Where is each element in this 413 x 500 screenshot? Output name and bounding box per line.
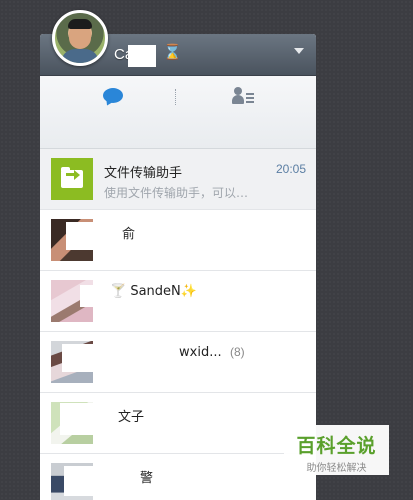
conversation-time: 20:05 xyxy=(275,162,306,176)
watermark-subtitle: 助你轻松解决 xyxy=(306,463,367,474)
conversation-list: 文件传输助手 20:05 使用文件传输助手，可以… 俞 🍸 SandeN✨ wx… xyxy=(40,149,316,500)
list-item[interactable]: 🍸 SandeN✨ xyxy=(40,271,316,332)
conversation-name: 文子 xyxy=(118,410,145,425)
redaction xyxy=(62,344,174,372)
redaction xyxy=(80,285,110,307)
avatar[interactable] xyxy=(52,10,108,66)
redaction xyxy=(128,45,156,67)
conversation-name: 🍸 SandeN✨ xyxy=(110,284,197,299)
unread-count: (8) xyxy=(230,345,245,359)
list-item[interactable]: 文件传输助手 20:05 使用文件传输助手，可以… xyxy=(40,149,316,210)
watermark-logo: 百科全说 助你轻松解决 xyxy=(284,425,389,475)
chat-panel: 文件传输助手 20:05 使用文件传输助手，可以… 俞 🍸 SandeN✨ wx… xyxy=(40,34,316,500)
conversation-name: 俞 xyxy=(122,227,136,242)
toolbar xyxy=(40,76,316,177)
conversation-name: wxid... xyxy=(179,345,222,360)
chevron-down-icon[interactable] xyxy=(294,48,304,54)
watermark-title: 百科全说 xyxy=(296,435,377,457)
redaction xyxy=(66,222,122,250)
tab-divider xyxy=(175,89,176,105)
conversation-preview: 使用文件传输助手，可以… xyxy=(104,186,249,200)
list-item[interactable]: wxid... (8) xyxy=(40,332,316,393)
list-item[interactable]: 文子 xyxy=(40,393,316,454)
hourglass-icon: ⌛ xyxy=(163,44,182,61)
list-item[interactable]: 警 xyxy=(40,454,316,500)
redaction xyxy=(64,466,140,496)
contacts-icon[interactable] xyxy=(232,87,256,107)
file-transfer-icon xyxy=(51,158,93,200)
conversation-name: 文件传输助手 xyxy=(104,166,183,181)
list-item[interactable]: 俞 xyxy=(40,210,316,271)
conversation-name: 警 xyxy=(140,471,154,486)
redaction xyxy=(60,403,118,435)
chat-bubble-icon[interactable] xyxy=(102,87,124,108)
